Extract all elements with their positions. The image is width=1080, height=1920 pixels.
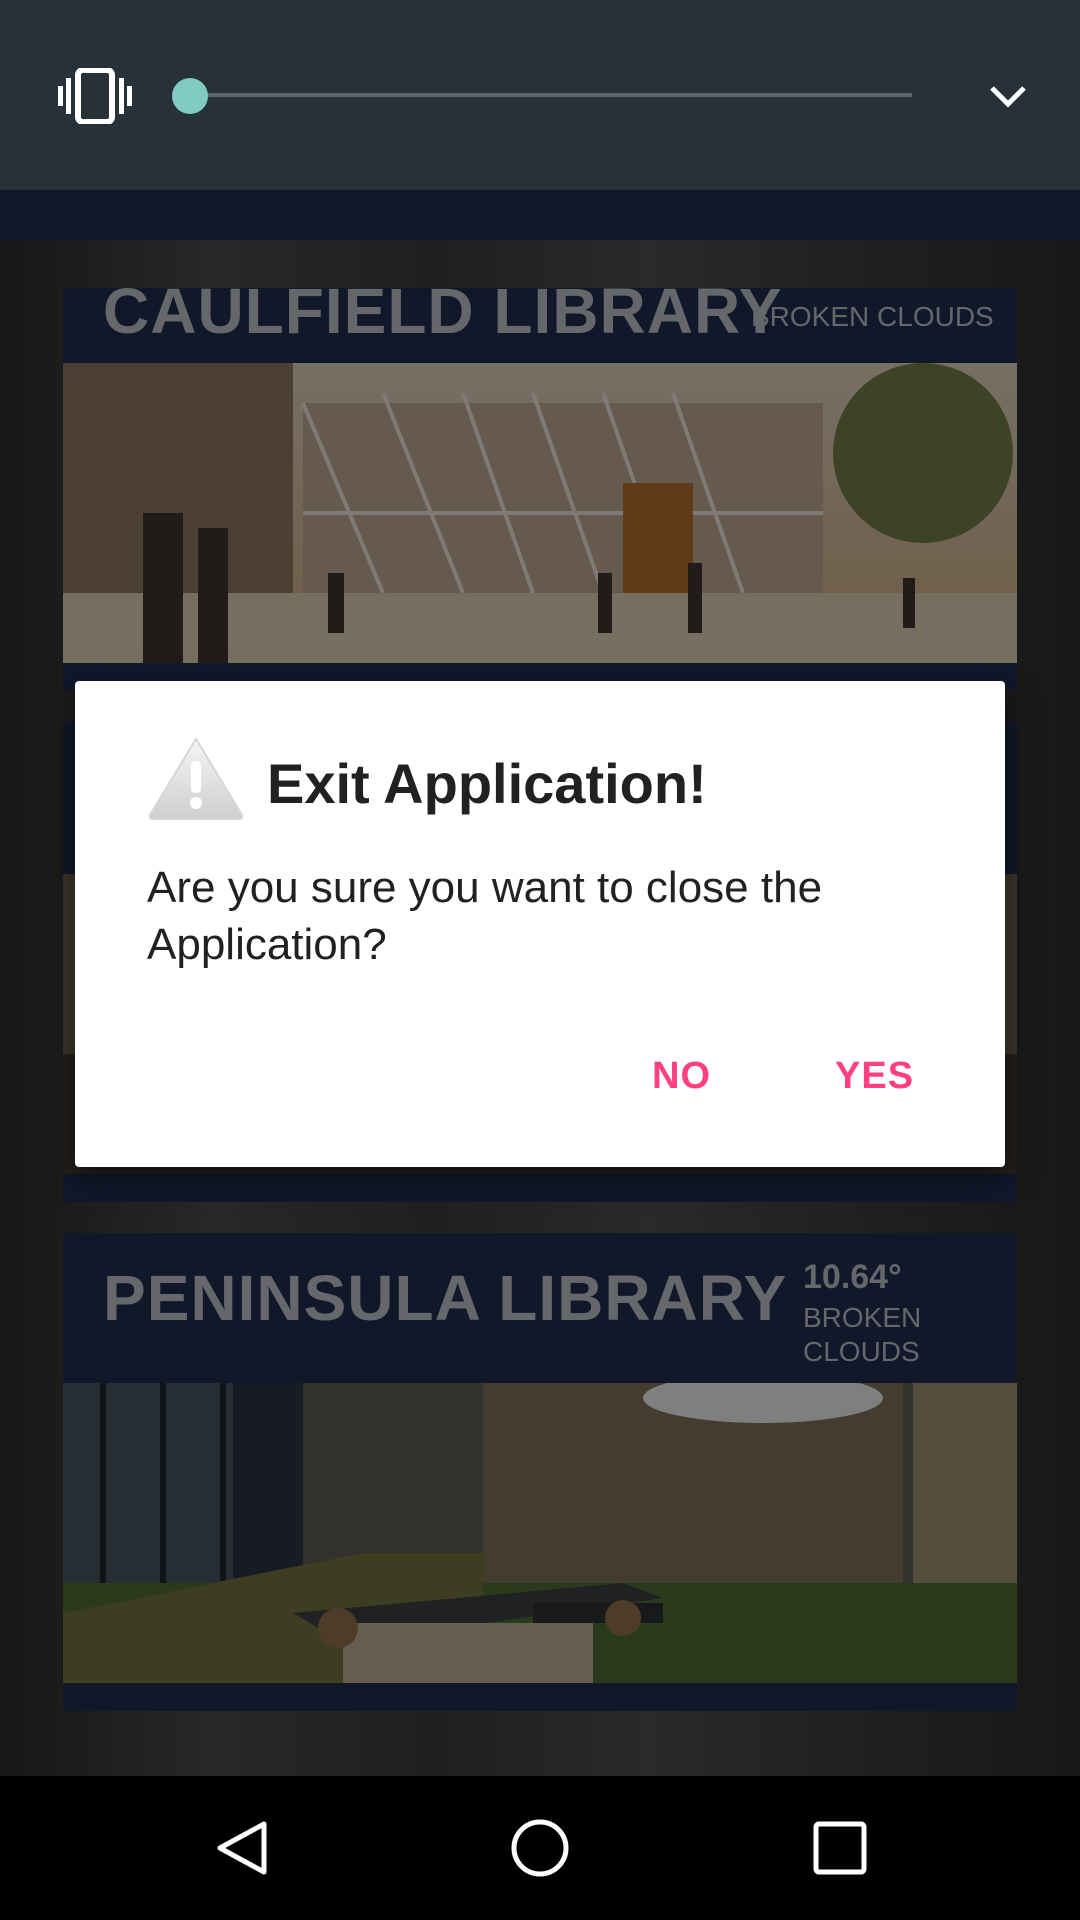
recents-icon[interactable] <box>810 1818 870 1878</box>
home-icon[interactable] <box>510 1818 570 1878</box>
dialog-message: Are you sure you want to close the Appli… <box>147 863 823 969</box>
warning-icon <box>148 737 244 820</box>
no-button[interactable]: NO <box>652 1055 711 1098</box>
navigation-bar <box>0 1776 1080 1920</box>
volume-slider-thumb[interactable] <box>172 78 208 114</box>
volume-slider-track[interactable] <box>192 93 912 97</box>
vibrate-icon[interactable] <box>58 68 132 124</box>
dialog-title: Exit Application! <box>267 752 707 815</box>
chevron-down-icon[interactable] <box>988 82 1028 110</box>
volume-panel <box>0 0 1080 190</box>
exit-dialog: Exit Application! Are you sure you want … <box>75 681 1005 1167</box>
back-icon[interactable] <box>212 1818 272 1878</box>
yes-button[interactable]: YES <box>835 1055 914 1098</box>
